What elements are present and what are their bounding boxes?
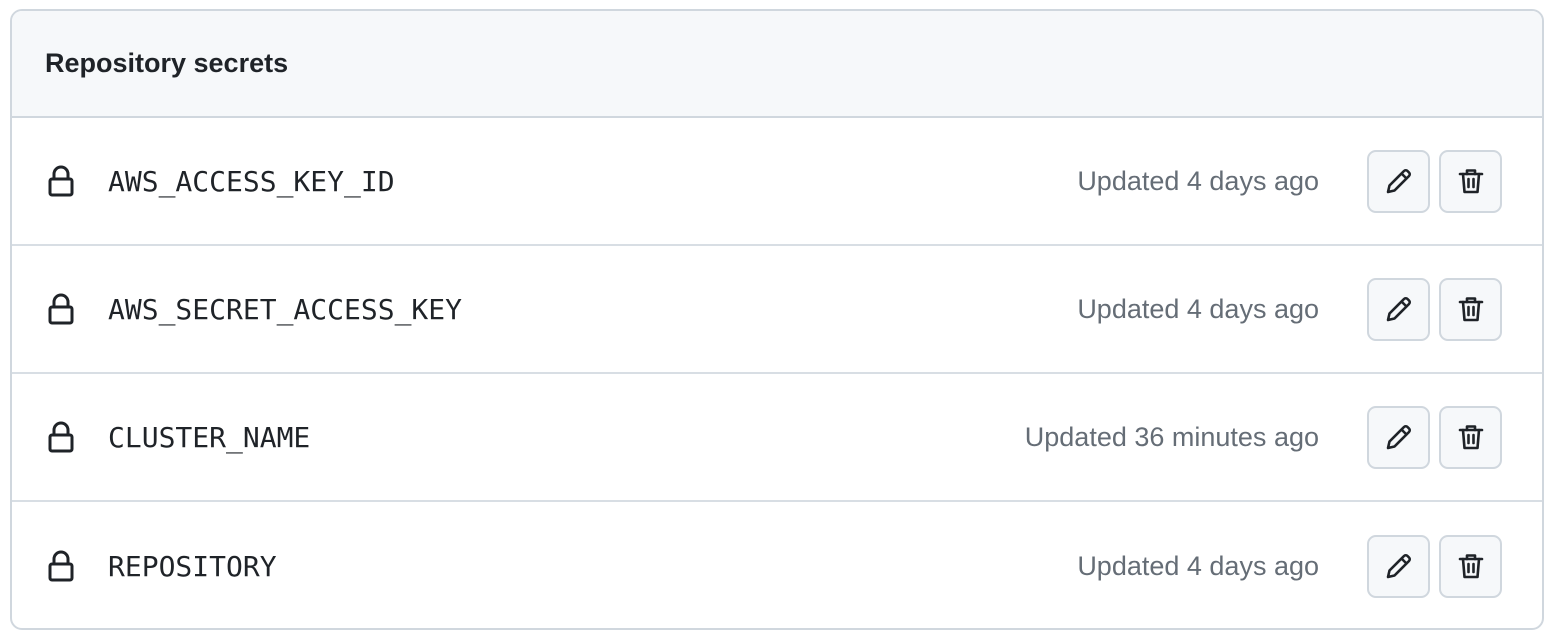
updated-timestamp: Updated 4 days ago — [1077, 550, 1319, 581]
secret-name: REPOSITORY — [108, 549, 277, 583]
updated-timestamp: Updated 36 minutes ago — [1024, 421, 1319, 452]
updated-timestamp: Updated 4 days ago — [1077, 293, 1319, 324]
delete-secret-button[interactable] — [1439, 149, 1502, 213]
secret-row: AWS_SECRET_ACCESS_KEY Updated 4 days ago — [12, 246, 1542, 374]
secret-name: AWS_ACCESS_KEY_ID — [108, 164, 395, 198]
panel-header: Repository secrets — [12, 11, 1542, 118]
edit-secret-button[interactable] — [1367, 277, 1430, 341]
edit-secret-button[interactable] — [1367, 149, 1430, 213]
secret-name: CLUSTER_NAME — [108, 420, 311, 454]
pencil-icon — [1386, 297, 1411, 322]
lock-icon — [46, 164, 76, 198]
edit-secret-button[interactable] — [1367, 405, 1430, 469]
lock-icon — [46, 420, 76, 454]
trash-icon — [1458, 425, 1483, 450]
delete-secret-button[interactable] — [1439, 534, 1502, 598]
repository-secrets-panel: Repository secrets AWS_ACCESS_KEY_ID Upd… — [10, 9, 1544, 630]
trash-icon — [1458, 554, 1483, 579]
secret-name: AWS_SECRET_ACCESS_KEY — [108, 292, 463, 326]
panel-title: Repository secrets — [45, 48, 289, 78]
secret-row: CLUSTER_NAME Updated 36 minutes ago — [12, 374, 1542, 502]
pencil-icon — [1386, 169, 1411, 194]
delete-secret-button[interactable] — [1439, 405, 1502, 469]
edit-secret-button[interactable] — [1367, 534, 1430, 598]
pencil-icon — [1386, 425, 1411, 450]
trash-icon — [1458, 297, 1483, 322]
trash-icon — [1458, 169, 1483, 194]
lock-icon — [46, 549, 76, 583]
lock-icon — [46, 292, 76, 326]
pencil-icon — [1386, 554, 1411, 579]
secret-row: AWS_ACCESS_KEY_ID Updated 4 days ago — [12, 118, 1542, 246]
secret-row: REPOSITORY Updated 4 days ago — [12, 502, 1542, 628]
updated-timestamp: Updated 4 days ago — [1077, 165, 1319, 196]
delete-secret-button[interactable] — [1439, 277, 1502, 341]
